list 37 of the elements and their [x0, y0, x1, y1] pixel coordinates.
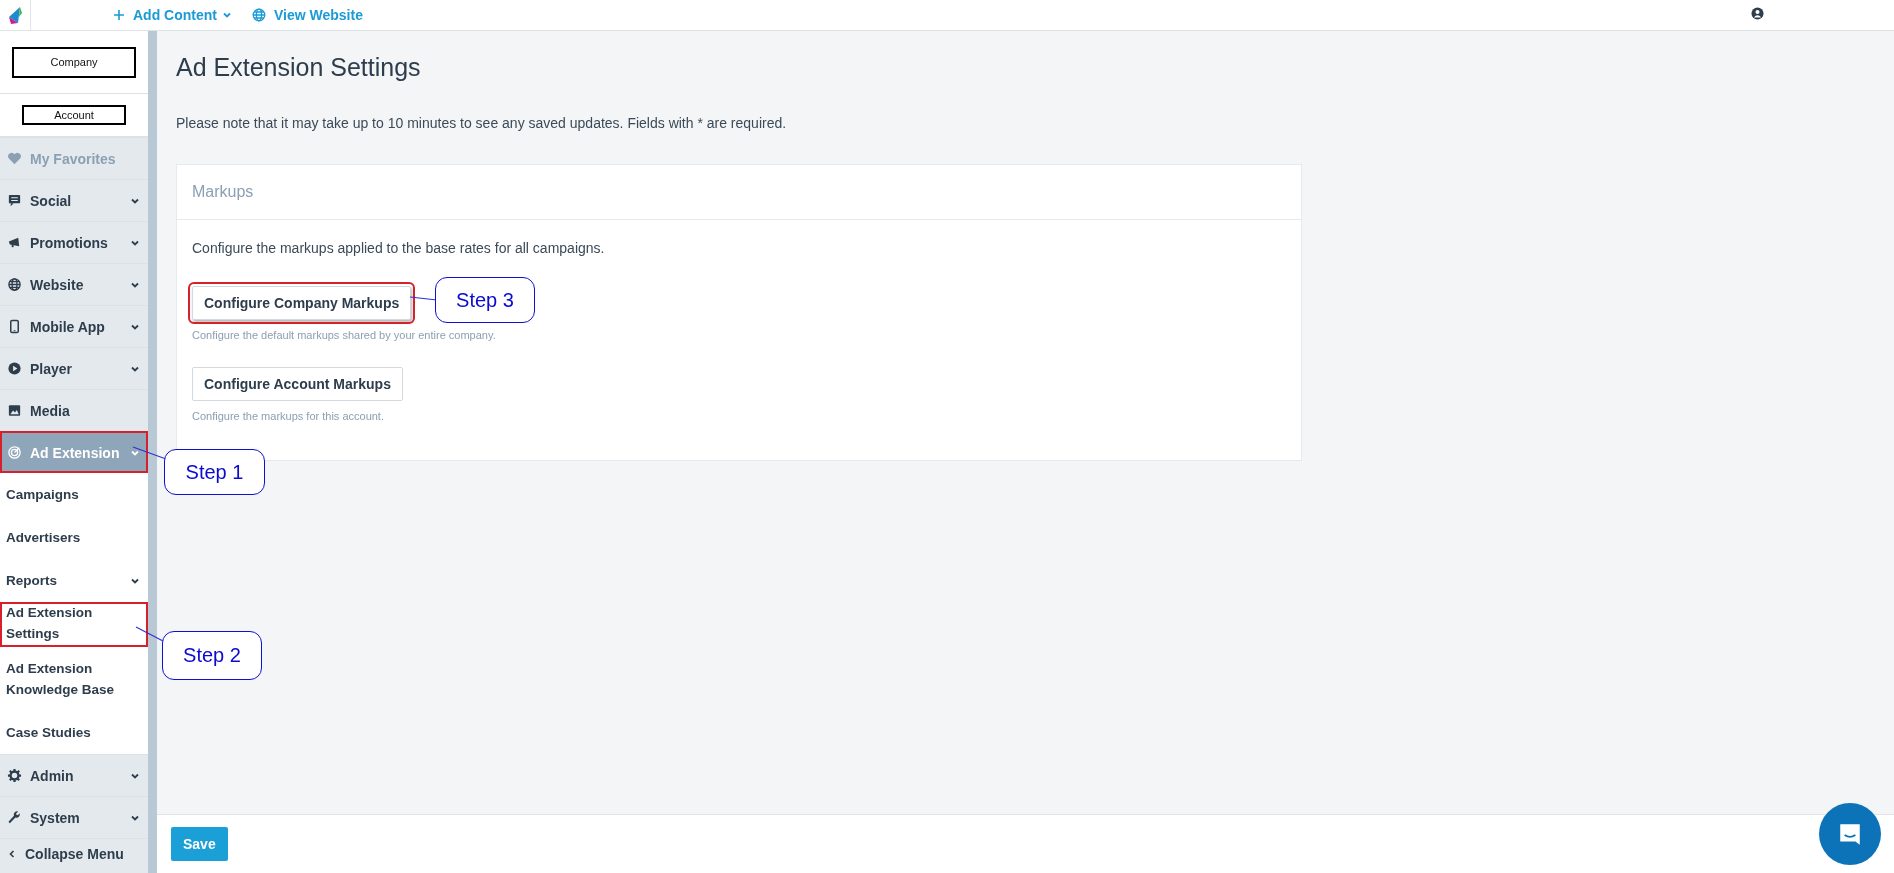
- heart-icon: [7, 151, 22, 166]
- play-icon: [7, 361, 22, 376]
- user-icon: [1751, 7, 1764, 20]
- submenu-item[interactable]: Reports: [0, 559, 148, 602]
- megaphone-icon: [7, 235, 22, 250]
- scrollbar[interactable]: [148, 31, 157, 873]
- leader-line: [132, 446, 167, 460]
- image-icon: [7, 403, 22, 418]
- phone-icon: [7, 319, 22, 334]
- page-title: Ad Extension Settings: [176, 53, 422, 82]
- gear-icon: [7, 768, 22, 783]
- submenu-item[interactable]: Advertisers: [0, 516, 148, 559]
- card-title: Markups: [177, 165, 1301, 220]
- card-description: Configure the markups applied to the base rates for all campaigns.: [192, 240, 606, 256]
- configure-button[interactable]: Configure Account Markups: [192, 367, 403, 401]
- leader-line: [135, 626, 164, 642]
- wrench-icon: [7, 810, 22, 825]
- scope-button[interactable]: Account: [22, 105, 126, 125]
- submenu-item[interactable]: Case Studies: [0, 711, 148, 754]
- globe-icon: [252, 8, 266, 22]
- step-callout: Step 1: [164, 449, 265, 495]
- chat-icon: [7, 193, 22, 208]
- chevron-left-icon: [7, 848, 17, 859]
- submenu-item[interactable]: Ad Extension Knowledge Base: [0, 647, 148, 711]
- scope-button[interactable]: Company: [12, 46, 136, 78]
- target-icon: [7, 445, 22, 460]
- help-text: Configure the markups for this account.: [192, 410, 385, 422]
- help-text: Configure the default markups shared by your entire company.: [192, 329, 497, 341]
- leader-line: [409, 296, 438, 301]
- chat-bubble-icon: [1837, 821, 1863, 847]
- submenu-item[interactable]: Ad Extension Settings: [0, 602, 148, 647]
- step-callout: Step 3: [435, 277, 535, 323]
- step-callout: Step 2: [162, 631, 262, 680]
- plus-icon: [113, 9, 125, 21]
- globe-icon: [7, 277, 22, 292]
- info-text: Please note that it may take up to 10 minutes to see any saved updates. Fields with * are required.: [176, 115, 788, 131]
- submenu-item[interactable]: Campaigns: [0, 473, 148, 516]
